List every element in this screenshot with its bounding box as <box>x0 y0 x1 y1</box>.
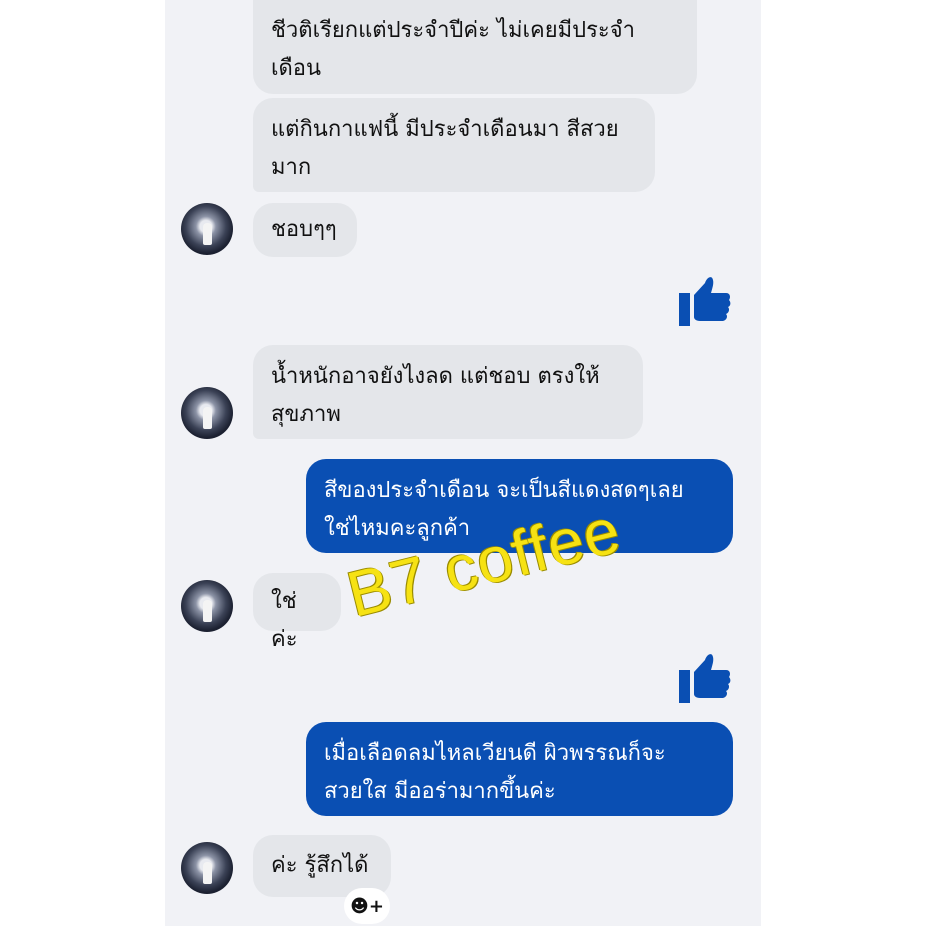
contact-avatar[interactable] <box>181 387 233 439</box>
incoming-message[interactable]: น้ำหนักอาจยังไงลด แต่ชอบ ตรงให้ สุขภาพ <box>253 345 643 439</box>
chat-thread: ชีวติเรียกแต่ประจำปีค่ะ ไม่เคยมีประจำ เด… <box>165 0 761 926</box>
contact-avatar[interactable] <box>181 842 233 894</box>
add-reaction-button[interactable]: ☻+ <box>344 888 390 924</box>
contact-avatar[interactable] <box>181 203 233 255</box>
incoming-message[interactable]: ชอบๆๆ <box>253 203 357 257</box>
incoming-message[interactable]: แต่กินกาแฟนี้ มีประจำเดือนมา สีสวย มาก <box>253 98 655 192</box>
thumbs-up-icon <box>679 277 731 326</box>
incoming-message[interactable]: ชีวติเรียกแต่ประจำปีค่ะ ไม่เคยมีประจำ เด… <box>253 0 697 94</box>
contact-avatar[interactable] <box>181 580 233 632</box>
incoming-message[interactable]: ใช่ค่ะ <box>253 573 341 652</box>
thumbs-up-icon <box>679 654 731 703</box>
outgoing-message[interactable]: เมื่อเลือดลมไหลเวียนดี ผิวพรรณก็จะ สวยใส… <box>306 722 733 816</box>
add-reaction-icon: ☻+ <box>350 895 384 917</box>
